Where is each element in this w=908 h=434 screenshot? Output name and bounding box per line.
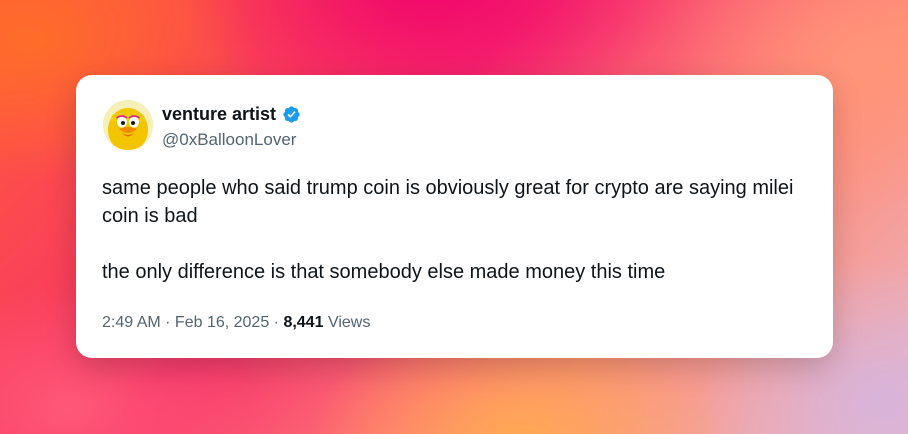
tweet-paragraph: same people who said trump coin is obvio…	[102, 177, 794, 227]
author-row: venture artist	[162, 103, 301, 125]
tweet-meta: 2:49 AM · Feb 16, 2025 · 8,441 Views	[102, 313, 370, 333]
meta-separator: ·	[160, 314, 175, 331]
views-count: 8,441	[283, 314, 324, 331]
views-label: Views	[327, 314, 371, 331]
verified-badge-icon	[282, 105, 301, 124]
meta-separator: ·	[269, 314, 284, 331]
author-name[interactable]: venture artist	[162, 103, 276, 125]
author-handle[interactable]: @0xBalloonLover	[162, 130, 296, 150]
tweet-time[interactable]: 2:49 AM	[102, 313, 161, 333]
tweet-date[interactable]: Feb 16, 2025	[175, 313, 269, 333]
big-bird-avatar-icon[interactable]	[103, 100, 153, 150]
tweet-paragraph: the only difference is that somebody els…	[102, 261, 666, 283]
tweet-text: same people who said trump coin is obvio…	[102, 174, 812, 286]
tweet-card: venture artist @0xBalloonLover same peop…	[76, 75, 833, 358]
